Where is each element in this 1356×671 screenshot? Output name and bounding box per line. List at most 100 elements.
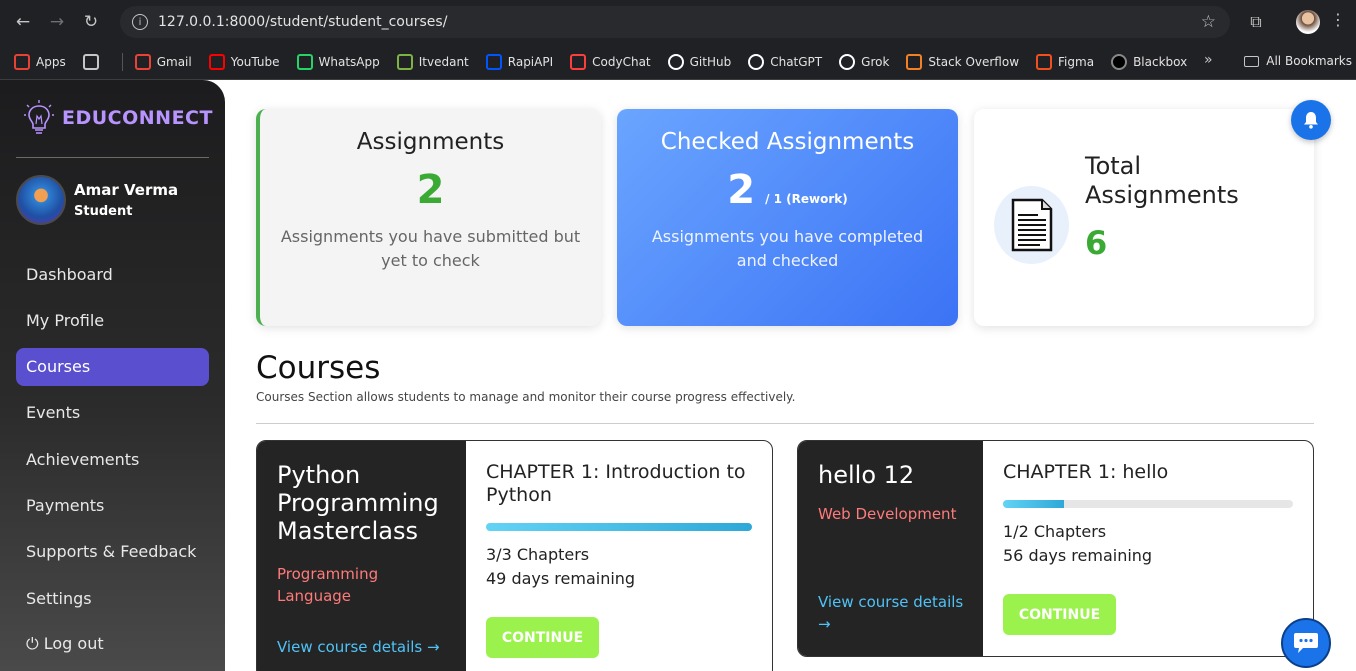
sidebar-item-my-profile[interactable]: My Profile: [16, 301, 209, 339]
all-bookmarks-button[interactable]: All Bookmarks: [1244, 54, 1352, 68]
courses-title: Courses: [256, 350, 381, 386]
bookmark-chatgpt[interactable]: ChatGPT: [748, 53, 823, 70]
brand-name: EDUCONNECT: [62, 107, 213, 129]
codychat-icon: [570, 53, 587, 70]
sidebar-item-supports-feedback[interactable]: Supports & Feedback: [16, 533, 209, 571]
bookmark-rapiapi[interactable]: RapiAPI: [485, 53, 554, 70]
course-chapters-count: 1/2 Chapters: [1003, 522, 1107, 541]
user-name: Amar Verma: [74, 181, 179, 199]
bookmark-itvedant[interactable]: Itvedant: [396, 53, 469, 70]
grok-icon: [839, 53, 856, 70]
apps-grid-icon: [14, 53, 30, 70]
chatgpt-icon: [748, 53, 765, 70]
tab-groups-icon: [82, 53, 99, 70]
user-profile: Amar Verma Student: [16, 175, 178, 225]
progress-fill: [486, 523, 752, 531]
progress-fill: [1003, 500, 1064, 508]
bookmark-label: Figma: [1058, 54, 1095, 69]
bookmark-gmail[interactable]: Gmail: [134, 53, 192, 70]
bookmark-label: Grok: [861, 54, 890, 69]
course-days-remaining: 56 days remaining: [1003, 546, 1153, 565]
gmail-icon: [134, 53, 151, 70]
bookmark-label: ChatGPT: [770, 54, 823, 69]
bookmark-label: Gmail: [156, 54, 192, 69]
course-card: hello 12 Web Development View course det…: [797, 440, 1314, 657]
sidebar-item-events[interactable]: Events: [16, 394, 209, 432]
chat-icon[interactable]: [1281, 618, 1331, 668]
bookmark-stack-overflow[interactable]: Stack Overflow: [906, 53, 1020, 70]
document-icon: [994, 186, 1069, 264]
bookmark-codychat[interactable]: CodyChat: [570, 53, 651, 70]
bookmark-github[interactable]: GitHub: [667, 53, 732, 70]
bookmark-star-icon[interactable]: ☆: [1201, 12, 1216, 32]
site-info-icon[interactable]: i: [132, 14, 148, 30]
course-category: Programming Language: [277, 565, 379, 605]
sidebar-item-settings[interactable]: Settings: [16, 579, 209, 617]
assignments-card: Assignments 2 Assignments you have submi…: [256, 109, 601, 326]
total-assignments-card: Total Assignments 6: [974, 109, 1314, 326]
bookmark-label: Blackbox: [1133, 54, 1188, 69]
checked-assignments-card: Checked Assignments 2 / 1 (Rework) Assig…: [617, 109, 958, 326]
total-title: Total Assignments: [1085, 152, 1239, 209]
sidebar-item-achievements[interactable]: Achievements: [16, 440, 209, 478]
bookmark-label: RapiAPI: [507, 54, 554, 69]
all-bookmarks-label: All Bookmarks: [1266, 54, 1352, 68]
folder-icon: [1244, 55, 1260, 67]
reload-icon[interactable]: ↻: [74, 5, 108, 39]
url-text: 127.0.0.1:8000/student/student_courses/: [158, 14, 448, 30]
course-title: Python Programming Masterclass: [277, 461, 439, 545]
youtube-icon: [208, 53, 225, 70]
course-chapter: CHAPTER 1: Introduction to Python: [486, 461, 746, 506]
continue-button[interactable]: CONTINUE: [1003, 594, 1116, 635]
sidebar-item-dashboard[interactable]: Dashboard: [16, 255, 209, 293]
back-icon[interactable]: ←: [6, 5, 40, 39]
bookmark-figma[interactable]: Figma: [1036, 53, 1095, 70]
section-divider: [256, 423, 1314, 424]
blackbox-icon: [1111, 53, 1128, 70]
notification-bell-icon[interactable]: [1291, 100, 1331, 140]
continue-button[interactable]: CONTINUE: [486, 617, 599, 658]
bookmark-apps[interactable]: Apps: [14, 53, 66, 70]
more-bookmarks-icon[interactable]: »: [1204, 52, 1213, 68]
bookmark-label: YouTube: [230, 54, 280, 69]
extensions-icon[interactable]: ⧉: [1242, 8, 1270, 36]
avatar: [16, 175, 66, 225]
bookmark-grok[interactable]: Grok: [839, 53, 890, 70]
sidebar-item-log-out[interactable]: ⏻ Log out: [16, 625, 209, 663]
bookmark-label: GitHub: [689, 54, 732, 69]
sidebar-nav: Dashboard My Profile Courses Events Achievem…: [16, 255, 209, 671]
rework-count: / 1 (Rework): [765, 192, 848, 206]
checked-title: Checked Assignments: [660, 129, 915, 155]
checked-count: 2: [727, 167, 756, 213]
sidebar: EDUCONNECT Amar Verma Student Dashboard M…: [0, 80, 225, 671]
course-progress-bar: [1003, 500, 1293, 508]
browser-menu-icon[interactable]: ⋮: [1330, 10, 1346, 29]
stackoverflow-icon: [906, 53, 923, 70]
assignments-count: 2: [416, 167, 445, 213]
courses-subtitle: Courses Section allows students to manag…: [256, 390, 796, 404]
logo[interactable]: EDUCONNECT: [24, 100, 213, 136]
bookmarks-bar: Apps Gmail YouTube WhatsApp Itvedant RapiAPI C…: [0, 44, 1356, 80]
bookmark-tab-groups[interactable]: [82, 53, 105, 70]
bookmark-whatsapp[interactable]: WhatsApp: [296, 53, 380, 70]
forward-icon[interactable]: →: [40, 5, 74, 39]
view-course-details-link[interactable]: View course details →: [277, 636, 440, 658]
bookmark-label: WhatsApp: [318, 54, 380, 69]
bookmark-label: Stack Overflow: [928, 54, 1020, 69]
course-chapters-count: 3/3 Chapters: [486, 545, 590, 564]
bookmark-separator: [121, 52, 123, 71]
address-bar[interactable]: i 127.0.0.1:8000/student/student_courses…: [120, 6, 1230, 38]
course-chapter: CHAPTER 1: hello: [1003, 461, 1169, 483]
sidebar-item-payments[interactable]: Payments: [16, 486, 209, 524]
bookmark-youtube[interactable]: YouTube: [208, 53, 280, 70]
bookmark-label: CodyChat: [592, 54, 651, 69]
profile-avatar[interactable]: [1296, 10, 1320, 34]
sidebar-item-courses[interactable]: Courses: [16, 347, 209, 386]
view-course-details-link[interactable]: View course details →: [818, 591, 968, 635]
bookmark-blackbox[interactable]: Blackbox: [1111, 53, 1188, 70]
checked-desc: Assignments you have completed and check…: [651, 227, 924, 270]
lightbulb-icon: [24, 100, 54, 134]
sidebar-divider: [16, 157, 209, 158]
itvedant-icon: [396, 53, 413, 70]
github-icon: [667, 53, 684, 70]
